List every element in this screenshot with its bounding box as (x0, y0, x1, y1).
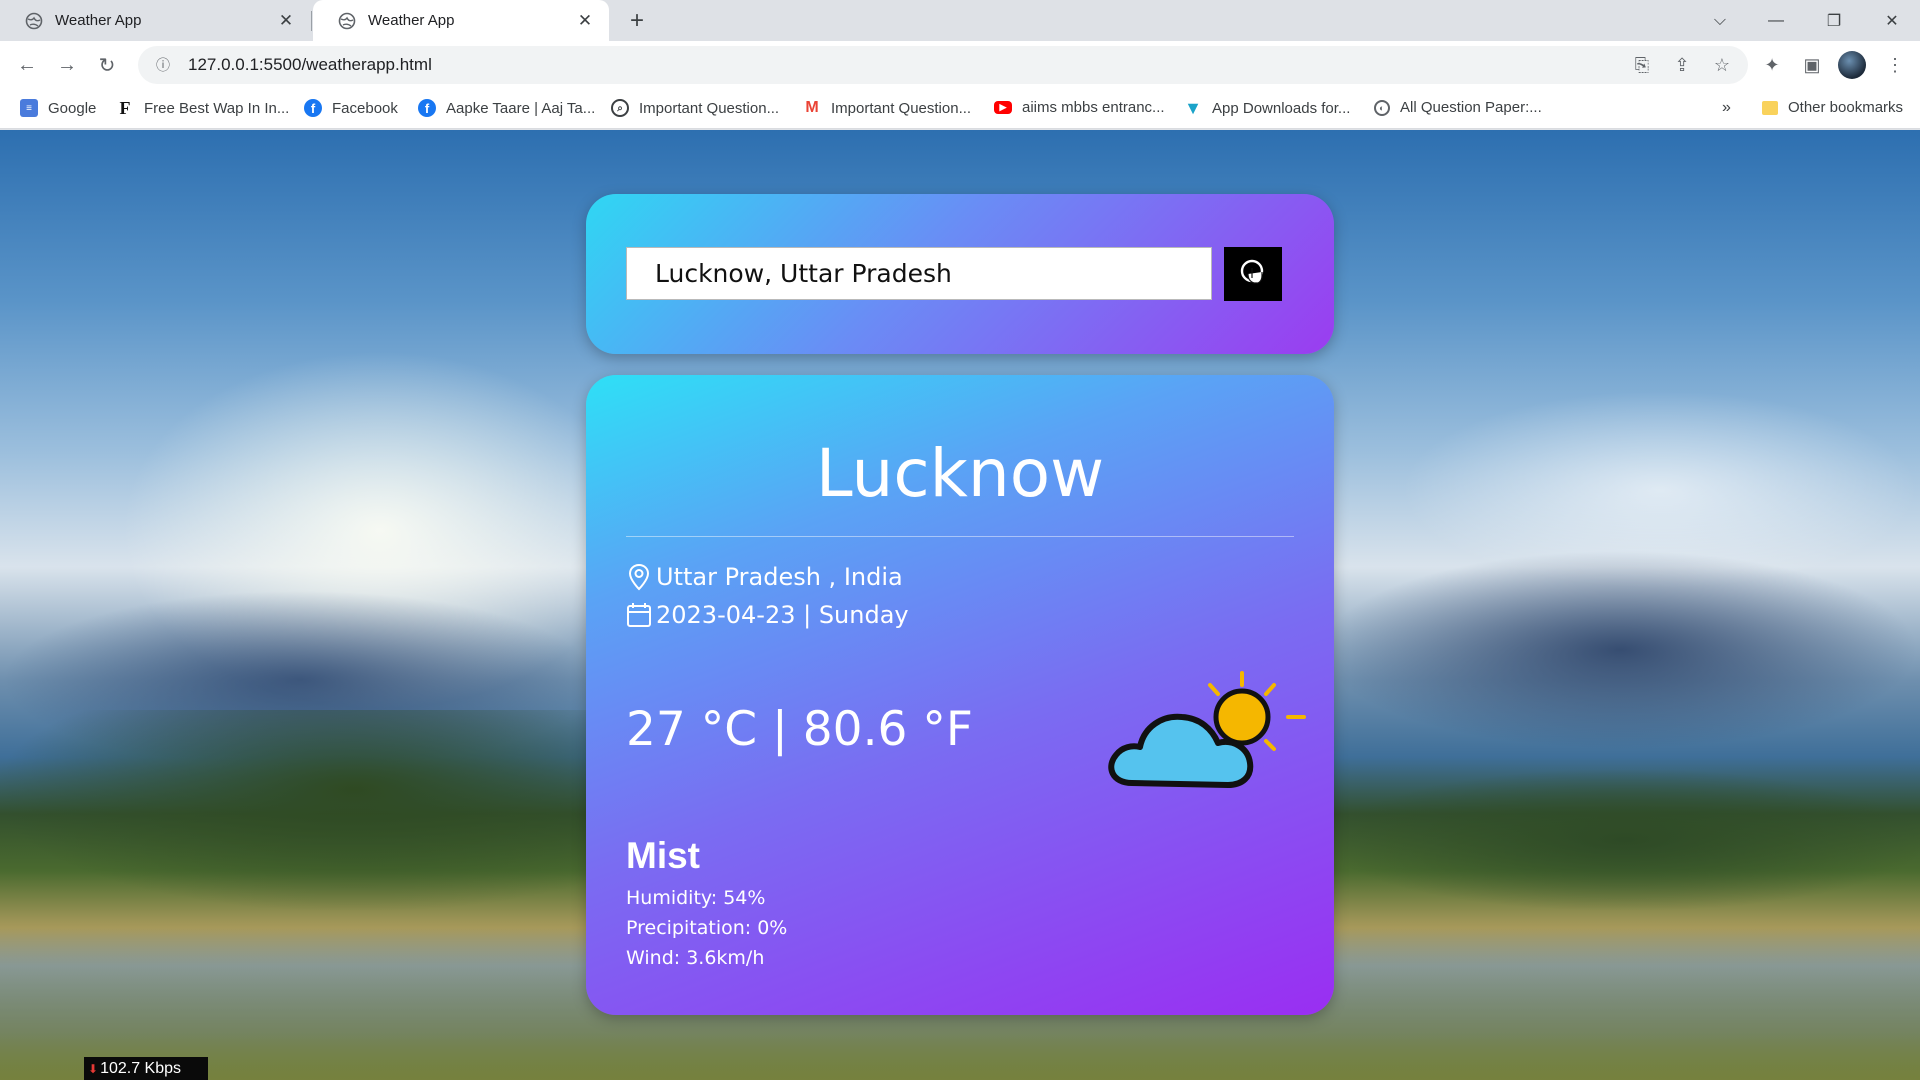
folder-icon (1762, 100, 1778, 115)
google-docs-icon: ≡ (20, 99, 38, 117)
location-row: Uttar Pradesh , India (626, 563, 903, 591)
tab-strip: Weather App ✕ Weather App ✕ + ⌵ — ❐ ✕ (0, 0, 1920, 41)
background-trees (0, 710, 590, 910)
divider (626, 536, 1294, 537)
background-trees (1330, 770, 1920, 910)
location-pin-icon (628, 563, 650, 591)
bookmarks-overflow-icon[interactable]: » (1722, 99, 1731, 117)
precipitation-text: Precipitation: 0% (626, 917, 788, 939)
temperature: 27 °C | 80.6 °F (626, 702, 973, 757)
globe-icon (25, 12, 43, 29)
forward-icon[interactable]: → (49, 47, 85, 83)
wind-text: Wind: 3.6km/h (626, 947, 765, 969)
f-letter-icon: F (119, 97, 131, 118)
bookmark-label: Aapke Taare | Aaj Ta... (446, 99, 596, 117)
globe-icon (338, 12, 356, 29)
gmail-icon: M (805, 99, 819, 116)
bookmark-item[interactable]: ◐ All Question Paper:... (1374, 99, 1542, 116)
city-name: Lucknow (815, 435, 1105, 512)
bookmark-label: All Question Paper:... (1400, 99, 1542, 116)
background-cloud (1320, 550, 1920, 750)
site-info-icon[interactable]: ⓘ (144, 55, 182, 75)
bookmark-item[interactable]: ▶ aiims mbbs entranc... (994, 99, 1165, 116)
bookmark-item[interactable]: f Facebook (304, 99, 398, 117)
bookmark-item[interactable]: ▼ App Downloads for... (1184, 97, 1351, 118)
search-card (586, 194, 1334, 354)
search-icon (1240, 259, 1264, 284)
window-close-icon[interactable]: ✕ (1864, 0, 1920, 41)
close-icon[interactable]: ✕ (276, 11, 296, 31)
translate-icon[interactable]: ⎘ (1630, 53, 1654, 77)
other-bookmarks-folder[interactable]: Other bookmarks (1762, 99, 1903, 116)
bookmark-label: Free Best Wap In In... (144, 99, 290, 117)
bookmark-label: Important Question... (639, 99, 780, 117)
tab-search-icon[interactable]: ⌵ (1692, 0, 1748, 41)
globe-icon: ◐ (1374, 99, 1390, 116)
bookmark-item[interactable]: f Aapke Taare | Aaj Ta... (418, 99, 595, 117)
address-bar[interactable]: ⓘ 127.0.0.1:5500/weatherapp.html (138, 46, 1748, 84)
weather-card: Lucknow Uttar Pradesh , India 2023-04-23… (586, 375, 1334, 1015)
bookmarks-bar: ≡ Google F Free Best Wap In In... f Face… (0, 89, 1920, 129)
bookmark-label: App Downloads for... (1212, 99, 1351, 117)
search-input[interactable] (626, 247, 1212, 300)
share-icon[interactable]: ⇪ (1670, 53, 1694, 77)
bookmark-label: Facebook (332, 99, 398, 117)
search-button[interactable] (1224, 247, 1282, 301)
bookmark-star-icon[interactable]: ☆ (1710, 53, 1734, 77)
reload-icon[interactable]: ↻ (89, 47, 125, 83)
partly-cloudy-icon (1108, 671, 1306, 788)
browser-tab-active[interactable]: Weather App ✕ (313, 0, 609, 41)
other-bookmarks-label: Other bookmarks (1788, 99, 1904, 116)
tab-title: Weather App (368, 12, 455, 29)
date-row: 2023-04-23 | Sunday (626, 601, 909, 629)
facebook-icon: f (304, 99, 322, 117)
menu-icon[interactable]: ⋮ (1880, 50, 1910, 80)
url-text: 127.0.0.1:5500/weatherapp.html (188, 55, 432, 74)
tab-separator (311, 11, 312, 31)
app-store-icon: ▼ (1184, 97, 1202, 118)
bookmark-item[interactable]: ⌕ Important Question... (611, 99, 779, 117)
browser-toolbar: ← → ↻ ⓘ 127.0.0.1:5500/weatherapp.html ⎘… (0, 41, 1920, 89)
bookmark-item[interactable]: M Important Question... (803, 99, 971, 117)
network-speed-text: 102.7 Kbps (100, 1060, 182, 1077)
bookmark-label: aiims mbbs entranc... (1022, 99, 1165, 116)
bookmark-label: Important Question... (831, 99, 972, 117)
side-panel-icon[interactable]: ▣ (1797, 50, 1827, 80)
back-icon[interactable]: ← (9, 47, 45, 83)
minimize-icon[interactable]: — (1748, 0, 1804, 41)
youtube-icon: ▶ (994, 101, 1012, 114)
humidity-text: Humidity: 54% (626, 887, 766, 909)
location-text: Uttar Pradesh , India (656, 563, 903, 591)
new-tab-button[interactable]: + (624, 8, 650, 34)
bookmark-item[interactable]: ≡ Google (20, 99, 96, 117)
bookmark-item[interactable]: F Free Best Wap In In... (116, 97, 290, 118)
date-text: 2023-04-23 | Sunday (656, 601, 909, 629)
restore-icon[interactable]: ❐ (1806, 0, 1862, 41)
download-arrow-icon: ⬇ (88, 1062, 99, 1076)
browser-tab[interactable]: Weather App ✕ (0, 0, 310, 41)
weather-condition: Mist (626, 835, 700, 876)
calendar-icon (627, 603, 651, 627)
extensions-icon[interactable]: ✦ (1757, 50, 1787, 80)
page-viewport: Lucknow Uttar Pradesh , India 2023-04-23… (0, 130, 1920, 1080)
network-speed-widget: ⬇ 102.7 Kbps (84, 1057, 208, 1080)
tab-title: Weather App (55, 12, 142, 29)
profile-avatar[interactable] (1838, 51, 1866, 79)
close-icon[interactable]: ✕ (575, 11, 595, 31)
bookmark-label: Google (48, 99, 97, 117)
facebook-icon: f (418, 99, 436, 117)
search-page-icon: ⌕ (611, 99, 629, 117)
